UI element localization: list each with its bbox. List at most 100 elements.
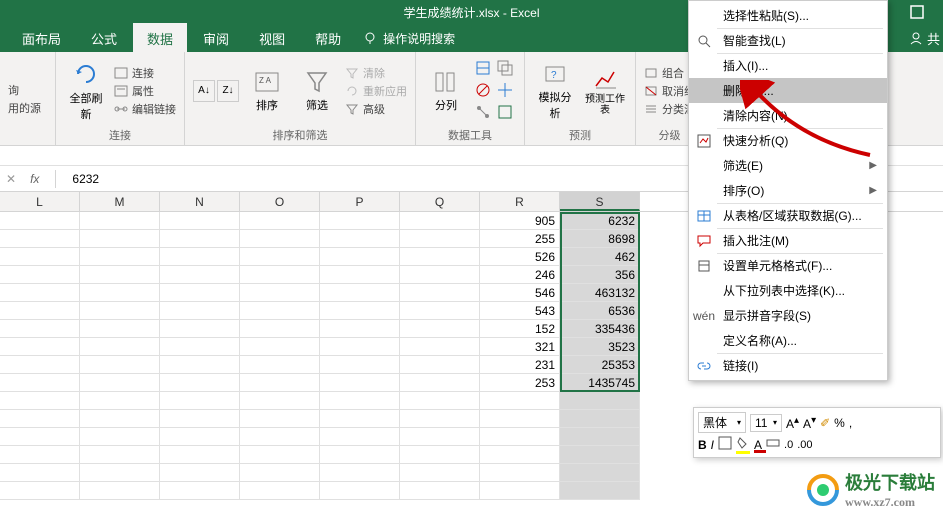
cell[interactable]	[160, 410, 240, 428]
cancel-icon[interactable]: ✕	[0, 172, 22, 186]
cell[interactable]	[240, 392, 320, 410]
tab-view[interactable]: 视图	[245, 23, 299, 54]
cell[interactable]	[80, 392, 160, 410]
cell[interactable]	[400, 212, 480, 230]
cell[interactable]	[160, 302, 240, 320]
cell[interactable]: 1435745	[560, 374, 640, 392]
cell[interactable]	[0, 248, 80, 266]
cell[interactable]: 546	[480, 284, 560, 302]
cell[interactable]	[240, 284, 320, 302]
cell[interactable]	[320, 320, 400, 338]
cell[interactable]	[480, 482, 560, 500]
cell[interactable]	[80, 446, 160, 464]
edit-links-item[interactable]: 编辑链接	[114, 101, 176, 117]
tab-layout[interactable]: 面布局	[8, 23, 75, 54]
menu-insert[interactable]: 插入(I)...	[689, 53, 887, 78]
cell[interactable]	[80, 320, 160, 338]
cell[interactable]	[240, 428, 320, 446]
cell[interactable]	[80, 302, 160, 320]
cell[interactable]	[80, 248, 160, 266]
cell[interactable]	[160, 338, 240, 356]
cell[interactable]	[320, 374, 400, 392]
data-model-button[interactable]	[496, 103, 516, 123]
menu-delete[interactable]: 删除(D)...	[689, 78, 887, 103]
cell[interactable]	[400, 248, 480, 266]
cell[interactable]	[480, 446, 560, 464]
refresh-all-button[interactable]: 全部刷新	[64, 56, 108, 125]
mini-format-painter-icon[interactable]: ✐	[820, 416, 830, 430]
menu-pinyin[interactable]: wén显示拼音字段(S)	[689, 303, 887, 328]
window-maximize-icon[interactable]	[891, 0, 943, 24]
cell[interactable]	[560, 410, 640, 428]
mini-border-icon[interactable]	[718, 436, 732, 453]
flash-fill-button[interactable]	[474, 59, 494, 79]
filter-button[interactable]: 筛选	[295, 56, 339, 125]
menu-quick-analysis[interactable]: 快速分析(Q)	[689, 128, 887, 153]
cell[interactable]	[320, 446, 400, 464]
what-if-button[interactable]: ? 模拟分析	[533, 56, 577, 125]
sort-asc-button[interactable]: A↓	[193, 80, 215, 102]
cell[interactable]: 526	[480, 248, 560, 266]
mini-comma[interactable]: ,	[849, 416, 852, 430]
share-button[interactable]: 共	[901, 24, 943, 52]
column-header-O[interactable]: O	[240, 192, 320, 211]
cell[interactable]	[400, 482, 480, 500]
cell[interactable]	[80, 374, 160, 392]
cell[interactable]	[0, 446, 80, 464]
cell[interactable]	[400, 392, 480, 410]
cell[interactable]	[0, 374, 80, 392]
cell[interactable]	[240, 248, 320, 266]
cell[interactable]	[320, 338, 400, 356]
cell[interactable]: 321	[480, 338, 560, 356]
cell[interactable]	[480, 410, 560, 428]
mini-fill-color-icon[interactable]	[736, 436, 750, 453]
cell[interactable]	[320, 212, 400, 230]
column-header-R[interactable]: R	[480, 192, 560, 211]
cell[interactable]	[320, 428, 400, 446]
cell[interactable]	[0, 230, 80, 248]
cell[interactable]	[80, 410, 160, 428]
cell[interactable]	[160, 212, 240, 230]
cell[interactable]	[0, 266, 80, 284]
cell[interactable]: 3523	[560, 338, 640, 356]
cell[interactable]: 543	[480, 302, 560, 320]
sort-button[interactable]: Z A 排序	[245, 56, 289, 125]
properties-item[interactable]: 属性	[114, 83, 176, 99]
query-item[interactable]: 询	[8, 82, 41, 98]
used-source-item[interactable]: 用的源	[8, 100, 41, 116]
cell[interactable]	[0, 284, 80, 302]
column-header-N[interactable]: N	[160, 192, 240, 211]
cell[interactable]	[560, 482, 640, 500]
column-header-Q[interactable]: Q	[400, 192, 480, 211]
cell[interactable]: 6232	[560, 212, 640, 230]
mini-decrease-decimal[interactable]: .0	[784, 439, 793, 451]
cell[interactable]: 25353	[560, 356, 640, 374]
cell[interactable]: 152	[480, 320, 560, 338]
cell[interactable]	[400, 374, 480, 392]
cell[interactable]	[240, 464, 320, 482]
tab-review[interactable]: 审阅	[189, 23, 243, 54]
cell[interactable]	[160, 464, 240, 482]
cell[interactable]	[0, 392, 80, 410]
cell[interactable]	[160, 320, 240, 338]
cell[interactable]	[160, 248, 240, 266]
formula-value[interactable]: 6232	[64, 172, 99, 186]
mini-shrink-font[interactable]: A▾	[803, 415, 816, 431]
cell[interactable]	[320, 356, 400, 374]
cell[interactable]	[80, 284, 160, 302]
cell[interactable]	[400, 284, 480, 302]
cell[interactable]	[240, 446, 320, 464]
sort-desc-button[interactable]: Z↓	[217, 80, 239, 102]
cell[interactable]	[240, 302, 320, 320]
cell[interactable]	[400, 410, 480, 428]
cell[interactable]	[0, 428, 80, 446]
cell[interactable]	[160, 428, 240, 446]
cell[interactable]	[0, 410, 80, 428]
cell[interactable]	[160, 266, 240, 284]
cell[interactable]	[320, 302, 400, 320]
cell[interactable]: 463132	[560, 284, 640, 302]
data-validation-button[interactable]	[474, 81, 494, 101]
cell[interactable]: 6536	[560, 302, 640, 320]
mini-italic[interactable]: I	[711, 438, 714, 452]
cell[interactable]	[80, 266, 160, 284]
